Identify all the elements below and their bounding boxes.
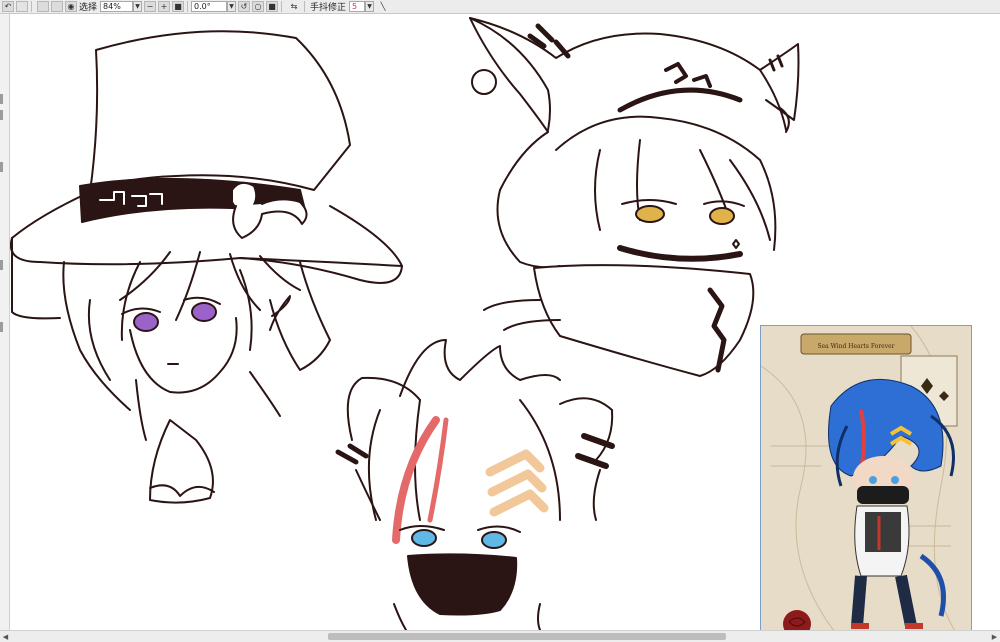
purple-eye-right	[191, 302, 217, 322]
gold-eye-left	[635, 205, 665, 223]
left-panel-strip	[0, 14, 10, 630]
scroll-right-icon[interactable]: ▶	[990, 632, 999, 641]
toolbar: ↶ ◉ 选择 84% ▼ − + ■ 0.0° ▼ ↺ ○ ■ ⇆ 手抖修正 5…	[0, 0, 1000, 14]
scrollbar-thumb[interactable]	[328, 633, 726, 640]
panel-handle[interactable]	[0, 322, 3, 332]
pen-pressure-icon[interactable]: ╲	[376, 1, 390, 12]
panel-handle[interactable]	[0, 94, 3, 104]
tool-button-a[interactable]	[37, 1, 49, 12]
panel-handle[interactable]	[0, 260, 3, 270]
cyan-eye-right	[481, 531, 507, 549]
tool-button-b[interactable]	[51, 1, 63, 12]
rotate-reset-button[interactable]: ○	[252, 1, 265, 12]
reference-banner-text: Sea Wind Hearts Forever	[817, 343, 894, 350]
sketch-cat-hood	[469, 17, 800, 377]
stabilizer-dropdown[interactable]: ▼	[365, 1, 375, 12]
panel-handle[interactable]	[0, 110, 3, 120]
panel-handle[interactable]	[0, 162, 3, 172]
sketch-tiger-ears	[335, 339, 615, 630]
zoom-dropdown[interactable]: ▼	[133, 1, 143, 12]
scroll-left-icon[interactable]: ◀	[1, 632, 10, 641]
reference-character-illustration: Sea Wind Hearts Forever	[761, 326, 971, 630]
sketch-top-hat	[10, 30, 403, 504]
stabilizer-label: 手抖修正	[310, 3, 347, 13]
rotate-right-button[interactable]: ■	[266, 1, 279, 12]
undo-button[interactable]: ↶	[2, 1, 14, 12]
eye-icon[interactable]: ◉	[65, 1, 77, 12]
horizontal-scrollbar[interactable]: ◀ ▶	[0, 630, 1000, 642]
rotation-dropdown[interactable]: ▼	[227, 1, 237, 12]
zoom-in-button[interactable]: +	[158, 1, 171, 12]
toolbar-divider	[31, 1, 32, 12]
toolbar-divider	[304, 1, 306, 12]
gold-eye-right	[709, 207, 735, 225]
rotation-field[interactable]: 0.0°	[191, 1, 228, 12]
zoom-out-button[interactable]: −	[144, 1, 157, 12]
toolbar-divider	[187, 1, 189, 12]
flip-horizontal-icon[interactable]: ⇆	[287, 1, 301, 12]
rotate-left-button[interactable]: ↺	[238, 1, 251, 12]
toolbar-divider	[281, 1, 283, 12]
purple-eye-left	[133, 312, 159, 332]
drawing-canvas[interactable]: Sea Wind Hearts Forever	[10, 14, 1000, 630]
redo-button[interactable]	[16, 1, 28, 12]
reference-image-panel[interactable]: Sea Wind Hearts Forever	[760, 325, 972, 630]
select-label: 选择	[79, 3, 98, 13]
zoom-fit-button[interactable]: ■	[172, 1, 185, 12]
zoom-field[interactable]: 84%	[100, 1, 134, 12]
stabilizer-field[interactable]: 5	[349, 1, 366, 12]
cyan-eye-left	[411, 529, 437, 547]
